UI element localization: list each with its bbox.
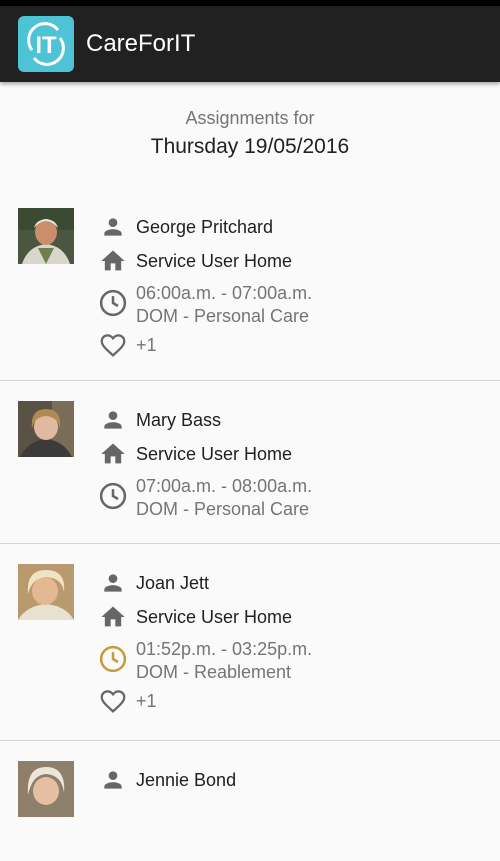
avatar bbox=[18, 401, 74, 457]
app-logo-icon: IT bbox=[27, 22, 65, 66]
home-icon bbox=[98, 440, 128, 468]
svg-text:IT: IT bbox=[35, 32, 57, 59]
home-icon bbox=[98, 247, 128, 275]
extra-carers-count: +1 bbox=[136, 690, 157, 711]
location-label: Service User Home bbox=[136, 443, 293, 464]
person-icon bbox=[98, 570, 128, 596]
clock-icon bbox=[98, 481, 128, 511]
assignment-details: George Pritchard Service User Home 06:00… bbox=[98, 210, 312, 362]
assignment-details: Joan Jett Service User Home 01:52p.m. - … bbox=[98, 566, 312, 718]
client-name: Mary Bass bbox=[136, 409, 222, 430]
assignment-details: Jennie Bond bbox=[98, 763, 236, 797]
time-range: 06:00a.m. - 07:00a.m. bbox=[136, 283, 313, 303]
assignments-subtitle: Assignments for bbox=[185, 108, 315, 128]
app-bar: IT CareForIT bbox=[0, 6, 500, 82]
assignment-card[interactable]: Mary Bass Service User Home 07:00a.m. - … bbox=[0, 381, 500, 544]
location-label: Service User Home bbox=[136, 250, 293, 271]
service-type: DOM - Reablement bbox=[136, 662, 292, 682]
assignment-list: George Pritchard Service User Home 06:00… bbox=[0, 188, 500, 861]
extra-carers-count: +1 bbox=[136, 334, 157, 355]
person-icon bbox=[98, 407, 128, 433]
heart-icon bbox=[98, 330, 128, 360]
client-name: Jennie Bond bbox=[136, 769, 237, 790]
assignment-card[interactable]: Jennie Bond bbox=[0, 741, 500, 861]
heart-icon bbox=[98, 686, 128, 716]
assignments-header: Assignments for Thursday 19/05/2016 bbox=[0, 108, 500, 159]
service-type: DOM - Personal Care bbox=[136, 306, 310, 326]
time-range: 07:00a.m. - 08:00a.m. bbox=[136, 476, 313, 496]
avatar bbox=[18, 208, 74, 264]
location-label: Service User Home bbox=[136, 606, 293, 627]
time-range: 01:52p.m. - 03:25p.m. bbox=[136, 639, 313, 659]
assignments-date: Thursday 19/05/2016 bbox=[150, 135, 350, 158]
assignment-card[interactable]: Joan Jett Service User Home 01:52p.m. - … bbox=[0, 544, 500, 741]
client-name: Joan Jett bbox=[136, 572, 210, 593]
app-logo: IT bbox=[18, 16, 74, 72]
person-icon bbox=[98, 214, 128, 240]
clock-pending-icon bbox=[98, 644, 128, 674]
assignment-details: Mary Bass Service User Home 07:00a.m. - … bbox=[98, 403, 312, 521]
home-icon bbox=[98, 603, 128, 631]
service-type: DOM - Personal Care bbox=[136, 499, 310, 519]
avatar bbox=[18, 564, 74, 620]
client-name: George Pritchard bbox=[136, 216, 274, 237]
app-title: CareForIT bbox=[86, 30, 196, 57]
assignment-card[interactable]: George Pritchard Service User Home 06:00… bbox=[0, 188, 500, 381]
clock-icon bbox=[98, 288, 128, 318]
person-icon bbox=[98, 767, 128, 793]
avatar bbox=[18, 761, 74, 817]
